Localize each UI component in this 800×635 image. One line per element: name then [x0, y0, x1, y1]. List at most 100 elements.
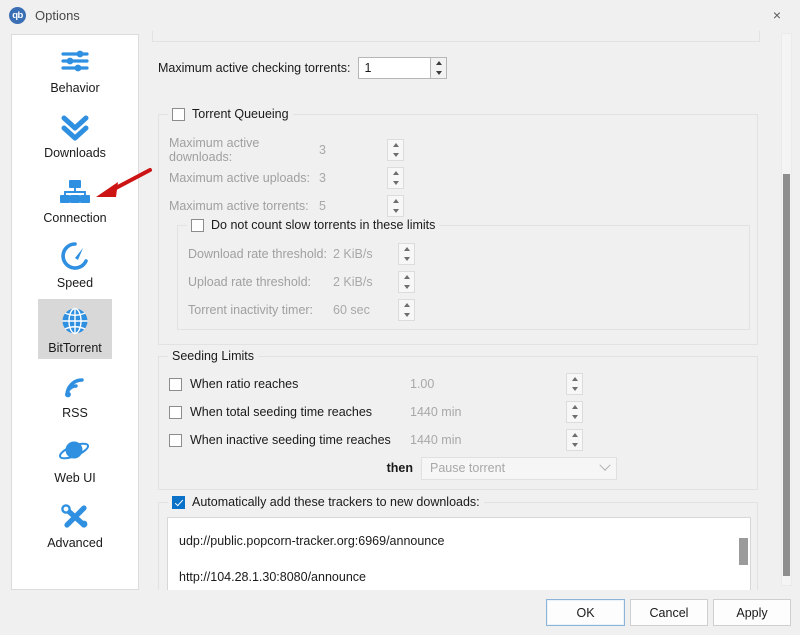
stepper-down-icon[interactable]: [567, 384, 582, 394]
trackers-textarea[interactable]: udp://public.popcorn-tracker.org:6969/an…: [167, 517, 751, 590]
auto-trackers-label: Automatically add these trackers to new …: [192, 495, 480, 509]
max-active-torrents-stepper[interactable]: [387, 195, 404, 217]
max-checking-torrents-stepper[interactable]: 1: [358, 57, 448, 79]
sidebar-item-label: Behavior: [50, 81, 100, 95]
close-icon[interactable]: ×: [754, 0, 800, 30]
sliders-icon: [58, 42, 92, 80]
upload-rate-threshold-value: 2 KiB/s: [333, 275, 373, 289]
settings-panel: Maximum active checking torrents: 1 Torr…: [148, 30, 786, 590]
sidebar-item-behavior[interactable]: Behavior: [12, 35, 138, 100]
slow-torrents-title-row: Do not count slow torrents in these limi…: [187, 218, 440, 232]
max-checking-torrents-label: Maximum active checking torrents:: [158, 61, 351, 75]
sidebar-item-connection[interactable]: Connection: [12, 165, 138, 230]
upload-rate-threshold-label: Upload rate threshold:: [188, 275, 311, 289]
stepper-down-icon[interactable]: [431, 68, 446, 78]
speedometer-icon: [58, 237, 92, 275]
torrent-inactivity-timer-value: 60 sec: [333, 303, 370, 317]
then-action-select[interactable]: Pause torrent: [421, 456, 617, 480]
qbittorrent-logo-icon: qb: [9, 6, 26, 24]
max-active-downloads-value: 3: [319, 143, 326, 157]
when-ratio-reaches-stepper[interactable]: [566, 373, 583, 395]
stepper-down-icon[interactable]: [388, 206, 403, 216]
max-active-downloads-stepper[interactable]: [387, 139, 404, 161]
max-active-uploads-stepper[interactable]: [387, 167, 404, 189]
stepper-down-icon[interactable]: [567, 440, 582, 450]
when-ratio-reaches-value: 1.00: [410, 377, 435, 391]
sidebar-item-web-ui[interactable]: Web UI: [12, 425, 138, 490]
when-inactive-seeding-time-checkbox[interactable]: [169, 433, 182, 447]
cancel-button[interactable]: Cancel: [630, 599, 708, 626]
double-chevron-down-icon: [58, 107, 92, 145]
dialog-body: Behavior Downloads Connection Speed BitT…: [0, 30, 800, 590]
stepper-up-icon[interactable]: [388, 140, 403, 150]
stepper-up-icon[interactable]: [388, 196, 403, 206]
auto-trackers-checkbox[interactable]: [172, 495, 185, 509]
max-active-uploads-label: Maximum active uploads:: [169, 171, 311, 185]
stepper-up-icon[interactable]: [399, 244, 414, 254]
then-label: then: [386, 461, 413, 475]
when-total-seeding-time-checkbox[interactable]: [169, 405, 182, 419]
stepper-up-icon[interactable]: [431, 58, 446, 68]
tracker-line: udp://public.popcorn-tracker.org:6969/an…: [179, 534, 445, 548]
torrent-queueing-group: Torrent Queueing Maximum active download…: [158, 107, 758, 345]
max-active-uploads-value: 3: [319, 171, 326, 185]
stepper-down-icon[interactable]: [399, 254, 414, 264]
download-rate-threshold-stepper[interactable]: [398, 243, 415, 265]
slow-torrents-checkbox[interactable]: [191, 218, 204, 232]
then-action-value: Pause torrent: [430, 461, 506, 475]
max-checking-torrents-row: Maximum active checking torrents: 1: [158, 54, 448, 82]
rss-icon: [58, 367, 92, 405]
max-checking-torrents-input[interactable]: 1: [358, 57, 431, 79]
when-inactive-seeding-time-stepper[interactable]: [566, 429, 583, 451]
when-total-seeding-time-row: When total seeding time reaches 1440 min: [169, 398, 749, 426]
when-total-seeding-time-stepper[interactable]: [566, 401, 583, 423]
sidebar-item-advanced[interactable]: Advanced: [12, 490, 138, 555]
seeding-limits-title: Seeding Limits: [168, 349, 258, 363]
network-icon: [58, 172, 92, 210]
when-total-seeding-time-label: When total seeding time reaches: [190, 405, 373, 419]
sidebar-item-label: Advanced: [47, 536, 103, 550]
apply-button[interactable]: Apply: [713, 599, 791, 626]
stepper-up-icon[interactable]: [399, 272, 414, 282]
stepper-down-icon[interactable]: [399, 282, 414, 292]
settings-scrollbar-thumb[interactable]: [783, 174, 790, 576]
sidebar-item-speed[interactable]: Speed: [12, 230, 138, 295]
clipped-group-top-border: [152, 31, 760, 42]
sidebar-item-downloads[interactable]: Downloads: [12, 100, 138, 165]
download-rate-threshold-label: Download rate threshold:: [188, 247, 327, 261]
ok-button[interactable]: OK: [546, 599, 625, 626]
torrent-inactivity-timer-stepper[interactable]: [398, 299, 415, 321]
torrent-queueing-label: Torrent Queueing: [192, 107, 289, 121]
slow-torrents-label: Do not count slow torrents in these limi…: [211, 218, 436, 232]
when-ratio-reaches-label: When ratio reaches: [190, 377, 299, 391]
upload-rate-threshold-stepper[interactable]: [398, 271, 415, 293]
stepper-down-icon[interactable]: [388, 150, 403, 160]
sidebar-item-bittorrent[interactable]: BitTorrent: [12, 295, 138, 360]
sidebar-item-label: Speed: [56, 276, 94, 290]
sidebar-item-label: Web UI: [54, 471, 96, 485]
max-active-uploads-row: Maximum active uploads: 3: [169, 164, 749, 192]
torrent-inactivity-timer-label: Torrent inactivity timer:: [188, 303, 314, 317]
stepper-up-icon[interactable]: [567, 430, 582, 440]
stepper-down-icon[interactable]: [388, 178, 403, 188]
trackers-scrollbar-thumb[interactable]: [739, 538, 748, 565]
stepper-down-icon[interactable]: [567, 412, 582, 422]
sidebar-item-rss[interactable]: RSS: [12, 360, 138, 425]
stepper-up-icon[interactable]: [567, 374, 582, 384]
settings-scrollbar-track[interactable]: [781, 33, 792, 586]
tracker-line: http://104.28.1.30:8080/announce: [179, 570, 366, 584]
then-action-row: then Pause torrent: [169, 454, 749, 482]
stepper-up-icon[interactable]: [567, 402, 582, 412]
stepper-up-icon[interactable]: [399, 300, 414, 310]
download-rate-threshold-row: Download rate threshold: 2 KiB/s: [188, 240, 748, 268]
torrent-queueing-checkbox[interactable]: [172, 107, 185, 121]
stepper-down-icon[interactable]: [399, 310, 414, 320]
torrent-inactivity-timer-row: Torrent inactivity timer: 60 sec: [188, 296, 748, 324]
max-active-torrents-value: 5: [319, 199, 326, 213]
when-ratio-reaches-checkbox[interactable]: [169, 377, 182, 391]
stepper-up-icon[interactable]: [388, 168, 403, 178]
when-inactive-seeding-time-value: 1440 min: [410, 433, 462, 447]
chevron-down-icon: [599, 459, 611, 471]
tools-icon: [58, 497, 92, 535]
title-bar: qb Options: [0, 0, 800, 30]
